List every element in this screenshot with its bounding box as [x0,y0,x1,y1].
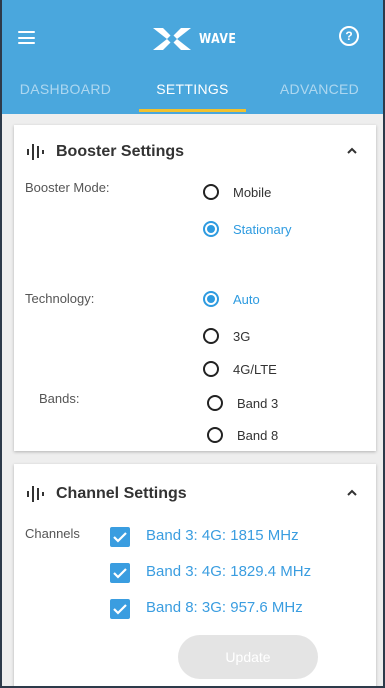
checkmark-icon [113,604,127,615]
mode-option-stationary[interactable]: Stationary [203,221,292,237]
channel-item-label: Band 8: 3G: 957.6 MHz [146,599,303,616]
checkmark-icon [113,568,127,579]
technology-auto-label: Auto [233,291,260,307]
bands-label: Bands: [39,391,80,406]
hamburger-menu-icon[interactable] [18,31,35,44]
booster-settings-title: Booster Settings [56,143,185,160]
technology-option-auto[interactable]: Auto [203,291,260,307]
tab-dashboard[interactable]: DASHBOARD [2,78,129,112]
app-bar: WAVE ? DASHBOARD SETTINGS ADVANCED [2,0,383,114]
channel-item-label: Band 3: 4G: 1829.4 MHz [146,563,312,580]
update-button[interactable]: Update [178,635,318,679]
channel-settings-title: Channel Settings [56,485,187,502]
booster-settings-card: Booster Settings Booster Mode: Mobile St… [14,125,376,451]
tab-settings[interactable]: SETTINGS [129,78,256,112]
technology-4g-lte-label: 4G/LTE [233,361,277,377]
technology-option-4g-lte[interactable]: 4G/LTE [203,361,277,377]
band-option-3[interactable]: Band 3 [207,395,278,411]
app-logo: WAVE [153,26,243,52]
channel-checkbox-1[interactable] [110,527,130,547]
radio-band-3[interactable] [207,395,223,411]
radio-stationary[interactable] [203,221,219,237]
band-3-label: Band 3 [237,395,279,411]
radio-band-8[interactable] [207,427,223,443]
checkmark-icon [113,532,127,543]
technology-option-3g[interactable]: 3G [203,328,250,344]
help-circle-icon[interactable]: ? [339,26,359,46]
channel-checkbox-3[interactable] [110,599,130,619]
channel-settings-header[interactable]: Channel Settings [26,483,364,505]
tab-bar: DASHBOARD SETTINGS ADVANCED [2,78,383,112]
wave-x-logo-icon [153,28,191,50]
chevron-up-icon[interactable] [346,487,358,499]
band-option-8[interactable]: Band 8 [207,427,278,443]
band-8-label: Band 8 [237,427,279,443]
mode-mobile-label: Mobile [233,184,272,200]
booster-mode-label: Booster Mode: [25,180,110,195]
radio-3g[interactable] [203,328,219,344]
logo-text: WAVE [199,31,237,47]
app-frame: WAVE ? DASHBOARD SETTINGS ADVANCED Boost… [0,0,385,688]
radio-4g-lte[interactable] [203,361,219,377]
tab-advanced[interactable]: ADVANCED [256,78,383,112]
booster-settings-header[interactable]: Booster Settings [26,141,364,163]
signal-wave-icon [27,144,44,160]
chevron-up-icon[interactable] [346,145,358,157]
channel-checkbox-2[interactable] [110,563,130,583]
channel-item-label: Band 3: 4G: 1815 MHz [146,527,299,544]
mode-stationary-label: Stationary [233,221,292,237]
technology-3g-label: 3G [233,328,251,344]
radio-auto[interactable] [203,291,219,307]
technology-label: Technology: [25,291,95,306]
channels-label: Channels [25,526,80,541]
mode-option-mobile[interactable]: Mobile [203,184,271,200]
radio-mobile[interactable] [203,184,219,200]
signal-wave-icon [27,486,44,502]
